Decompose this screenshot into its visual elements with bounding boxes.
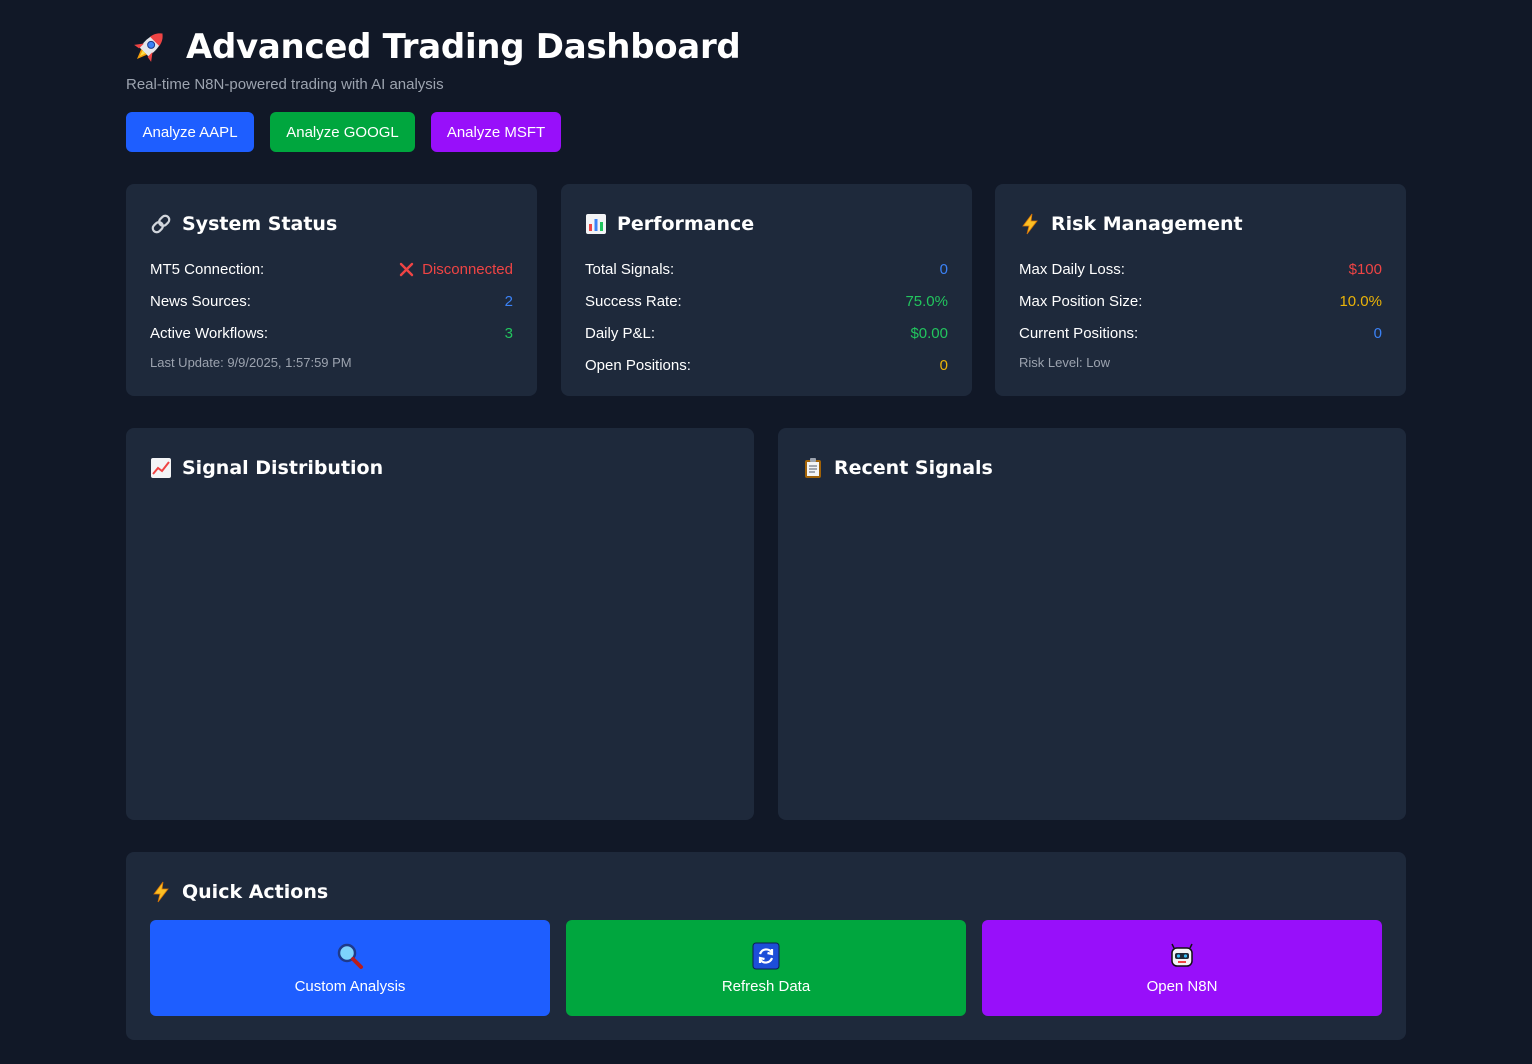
max-position-size-row: Max Position Size: 10.0% [1019,285,1382,317]
header: Advanced Trading Dashboard Real-time N8N… [126,24,926,93]
mt5-connection-row: MT5 Connection: Disconnected [150,253,513,285]
custom-analysis-label: Custom Analysis [294,977,406,995]
open-positions-row: Open Positions: 0 [585,349,948,381]
success-rate-label: Success Rate: [585,292,682,310]
cross-icon [399,262,414,277]
page-title: Advanced Trading Dashboard [186,27,741,67]
refresh-icon [752,942,780,970]
current-positions-label: Current Positions: [1019,324,1139,342]
max-daily-loss-row: Max Daily Loss: $100 [1019,253,1382,285]
refresh-data-button[interactable]: Refresh Data [566,920,966,1016]
custom-analysis-button[interactable]: Custom Analysis [150,920,550,1016]
open-positions-value: 0 [939,356,948,374]
total-signals-row: Total Signals: 0 [585,253,948,285]
open-positions-label: Open Positions: [585,356,691,374]
analyze-aapl-button[interactable]: Analyze AAPL [126,112,254,152]
system-status-title: System Status [150,212,513,236]
total-signals-value: 0 [939,260,948,278]
risk-management-title: Risk Management [1019,212,1382,236]
open-n8n-label: Open N8N [1146,977,1218,995]
bar-chart-icon [585,213,607,235]
analyze-msft-button[interactable]: Analyze MSFT [431,112,561,152]
performance-title: Performance [585,212,948,236]
current-positions-row: Current Positions: 0 [1019,317,1382,349]
risk-management-card: Risk Management Max Daily Loss: $100 Max… [995,184,1406,396]
daily-pnl-row: Daily P&L: $0.00 [585,317,948,349]
robot-icon [1168,942,1196,970]
active-workflows-value: 3 [504,324,513,342]
quick-actions-row: Custom Analysis Refresh Data Open N8N [150,920,1382,1016]
quick-actions-card: Quick Actions Custom Analysis Refresh Da… [126,852,1406,1040]
quick-actions-title: Quick Actions [150,880,1382,904]
news-sources-value: 2 [504,292,513,310]
page-subtitle: Real-time N8N-powered trading with AI an… [126,76,444,93]
max-daily-loss-value: $100 [1348,260,1382,278]
total-signals-label: Total Signals: [585,260,675,278]
lightning-icon [150,881,172,903]
refresh-data-label: Refresh Data [721,977,811,995]
mt5-connection-label: MT5 Connection: [150,260,265,278]
success-rate-value: 75.0% [905,292,948,310]
performance-card: Performance Total Signals: 0 Success Rat… [561,184,972,396]
system-status-card: System Status MT5 Connection: Disconnect… [126,184,537,396]
success-rate-row: Success Rate: 75.0% [585,285,948,317]
recent-signals-title: Recent Signals [802,456,1382,480]
current-positions-value: 0 [1373,324,1382,342]
max-position-size-label: Max Position Size: [1019,292,1143,310]
analyze-googl-button[interactable]: Analyze GOOGL [270,112,415,152]
news-sources-label: News Sources: [150,292,251,310]
max-daily-loss-label: Max Daily Loss: [1019,260,1125,278]
active-workflows-row: Active Workflows: 3 [150,317,513,349]
risk-level: Risk Level: Low [1019,355,1111,370]
title-row: Advanced Trading Dashboard [126,24,926,70]
magnifier-icon [336,942,364,970]
line-chart-icon [150,457,172,479]
max-position-size-value: 10.0% [1339,292,1382,310]
link-icon [150,213,172,235]
mt5-connection-status: Disconnected [399,261,513,278]
analyze-buttons: Analyze AAPL Analyze GOOGL Analyze MSFT [126,112,561,152]
last-update: Last Update: 9/9/2025, 1:57:59 PM [150,355,352,370]
active-workflows-label: Active Workflows: [150,324,269,342]
daily-pnl-value: $0.00 [910,324,948,342]
lightning-icon [1019,213,1041,235]
recent-signals-card: Recent Signals [778,428,1406,820]
open-n8n-button[interactable]: Open N8N [982,920,1382,1016]
daily-pnl-label: Daily P&L: [585,324,656,342]
signal-distribution-title: Signal Distribution [150,456,730,480]
rocket-icon [126,24,172,70]
news-sources-row: News Sources: 2 [150,285,513,317]
clipboard-icon [802,457,824,479]
signal-distribution-card: Signal Distribution [126,428,754,820]
